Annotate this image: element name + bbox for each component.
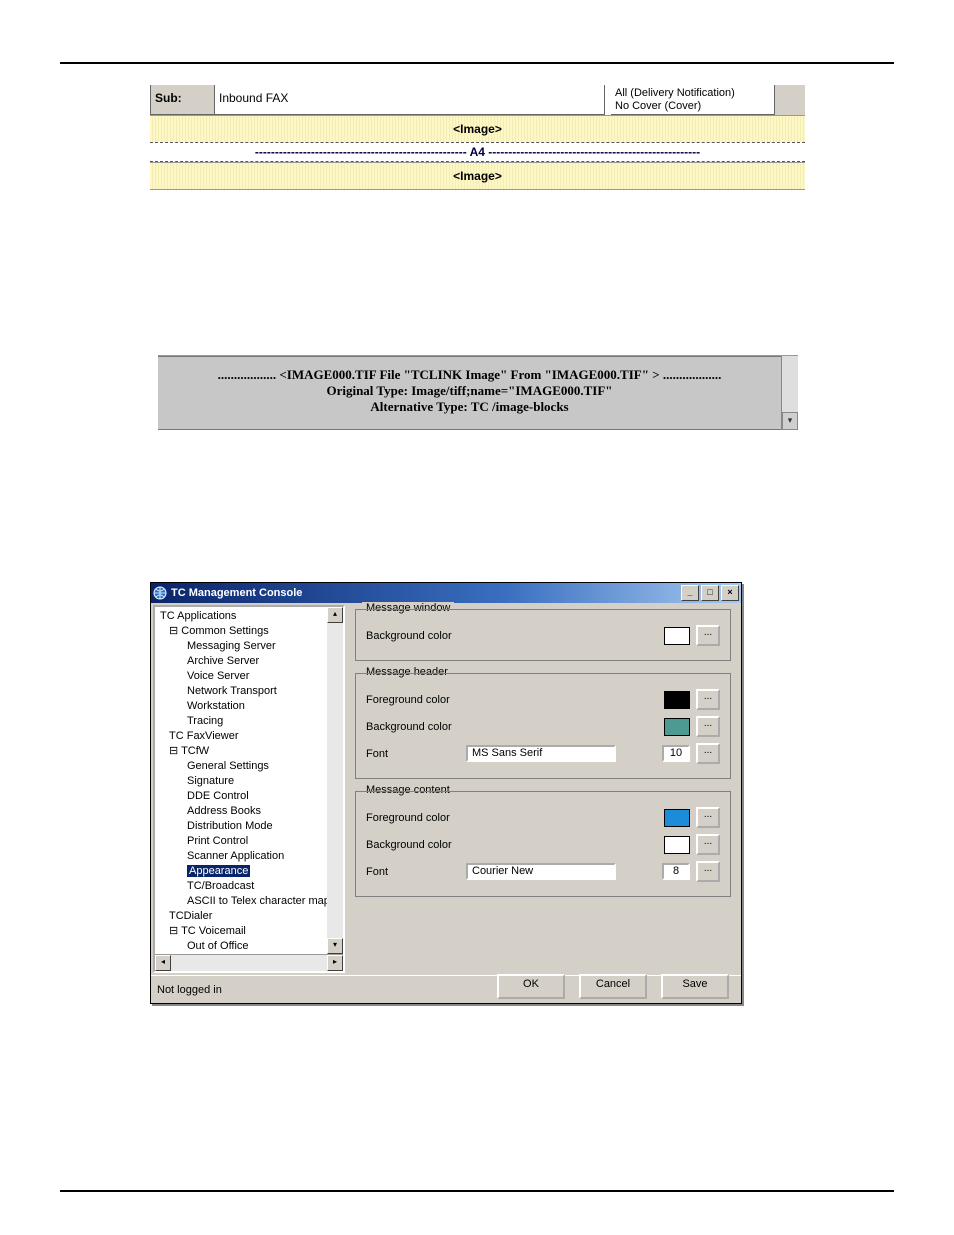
tree-item[interactable]: Distribution Mode — [159, 819, 327, 834]
tree-item[interactable]: Scanner Application — [159, 849, 327, 864]
browse-button[interactable]: ... — [696, 834, 720, 855]
subject-label: Sub: — [150, 85, 215, 115]
tree-item[interactable]: General Settings — [159, 759, 327, 774]
color-swatch — [664, 718, 690, 736]
font-label: Font — [366, 748, 466, 760]
tree-item[interactable]: Out of Office — [159, 939, 327, 954]
tree-item[interactable]: ASCII to Telex character mappin — [159, 894, 327, 909]
font-label: Font — [366, 866, 466, 878]
tc-management-console-window: TC Management Console _ □ × TC Applicati… — [150, 582, 742, 1004]
tree-item[interactable]: TC/Broadcast — [159, 879, 327, 894]
browse-button[interactable]: ... — [696, 743, 720, 764]
scroll-up-icon[interactable]: ▴ — [327, 607, 343, 623]
nav-tree[interactable]: TC Applications ⊟ Common Settings Messag… — [153, 605, 345, 973]
maximize-button[interactable]: □ — [701, 585, 719, 601]
scroll-left-icon[interactable]: ◂ — [155, 955, 171, 971]
minimize-button[interactable]: _ — [681, 585, 699, 601]
tree-item[interactable]: Messaging Server — [159, 639, 327, 654]
scroll-right-icon[interactable]: ▸ — [327, 955, 343, 971]
settings-pane: Background color ... Foreground color ..… — [347, 603, 741, 975]
color-swatch — [664, 691, 690, 709]
tree-item[interactable]: TCDialer — [159, 909, 327, 924]
browse-button[interactable]: ... — [696, 861, 720, 882]
tree-item[interactable]: Address Books — [159, 804, 327, 819]
tree-item-selected[interactable]: Appearance — [159, 864, 327, 879]
bgcolor-label: Background color — [366, 839, 466, 851]
tree-item[interactable]: Print Control — [159, 834, 327, 849]
bgcolor-label: Background color — [366, 721, 466, 733]
cancel-button[interactable]: Cancel — [579, 974, 647, 999]
color-swatch — [664, 836, 690, 854]
fgcolor-label: Foreground color — [366, 694, 466, 706]
subject-field[interactable]: Inbound FAX — [215, 85, 605, 115]
group-message-header: Foreground color ... Background color ..… — [355, 673, 731, 779]
tree-item[interactable]: Signature — [159, 774, 327, 789]
alt-line1: .................. <IMAGE000.TIF File "T… — [158, 361, 781, 383]
tree-item[interactable]: TC Applications — [159, 609, 327, 624]
tree-item[interactable]: Network Transport — [159, 684, 327, 699]
tree-item[interactable]: Workstation — [159, 699, 327, 714]
browse-button[interactable]: ... — [696, 807, 720, 828]
save-button[interactable]: Save — [661, 974, 729, 999]
status-text: Not logged in — [157, 984, 222, 996]
page-separator-a4: ----------------------------------------… — [150, 142, 805, 162]
tree-vscrollbar[interactable]: ▴ ▾ — [327, 607, 343, 954]
alt-line2: Original Type: Image/tiff;name="IMAGE000… — [158, 383, 781, 399]
page-rule-top — [60, 62, 894, 64]
color-swatch — [664, 809, 690, 827]
options-box: All (Delivery Notification) No Cover (Co… — [611, 85, 775, 115]
font-size-field[interactable]: 10 — [662, 745, 690, 762]
tree-item[interactable]: Voice Server — [159, 669, 327, 684]
header-trailing-gap — [775, 85, 805, 115]
tree-item[interactable]: ⊟ Common Settings — [159, 624, 327, 639]
tree-item[interactable]: ⊟ TC Voicemail — [159, 924, 327, 939]
font-name-field[interactable]: MS Sans Serif — [466, 745, 616, 762]
alt-scrollbar[interactable]: ▾ — [781, 356, 798, 430]
color-swatch — [664, 627, 690, 645]
page-rule-bottom — [60, 1190, 894, 1192]
ok-button[interactable]: OK — [497, 974, 565, 999]
window-title: TC Management Console — [171, 587, 302, 599]
alt-line3: Alternative Type: TC /image-blocks — [158, 399, 781, 415]
titlebar[interactable]: TC Management Console _ □ × — [151, 583, 741, 603]
tree-item[interactable]: TC FaxViewer — [159, 729, 327, 744]
fgcolor-label: Foreground color — [366, 812, 466, 824]
app-icon — [153, 586, 167, 600]
font-size-field[interactable]: 8 — [662, 863, 690, 880]
message-header-fragment: Sub: Inbound FAX All (Delivery Notificat… — [150, 85, 805, 190]
tree-item[interactable]: DDE Control — [159, 789, 327, 804]
browse-button[interactable]: ... — [696, 689, 720, 710]
image-band-bottom: <Image> — [150, 162, 805, 190]
scroll-down-button[interactable]: ▾ — [782, 412, 798, 430]
scroll-down-icon[interactable]: ▾ — [327, 938, 343, 954]
group-message-content: Foreground color ... Background color ..… — [355, 791, 731, 897]
image-band-top: <Image> — [150, 115, 805, 142]
font-name-field[interactable]: Courier New — [466, 863, 616, 880]
tree-item[interactable]: Archive Server — [159, 654, 327, 669]
tree-item[interactable]: Tracing — [159, 714, 327, 729]
alternative-text-panel: .................. <IMAGE000.TIF File "T… — [158, 345, 798, 430]
bgcolor-label: Background color — [366, 630, 466, 642]
group-message-window: Background color ... — [355, 609, 731, 661]
tree-item[interactable]: ⊟ TCfW — [159, 744, 327, 759]
close-button[interactable]: × — [721, 585, 739, 601]
options-line1: All (Delivery Notification) — [615, 87, 770, 100]
tree-hscrollbar[interactable]: ◂ ▸ — [155, 954, 343, 971]
options-line2: No Cover (Cover) — [615, 100, 770, 113]
browse-button[interactable]: ... — [696, 625, 720, 646]
browse-button[interactable]: ... — [696, 716, 720, 737]
